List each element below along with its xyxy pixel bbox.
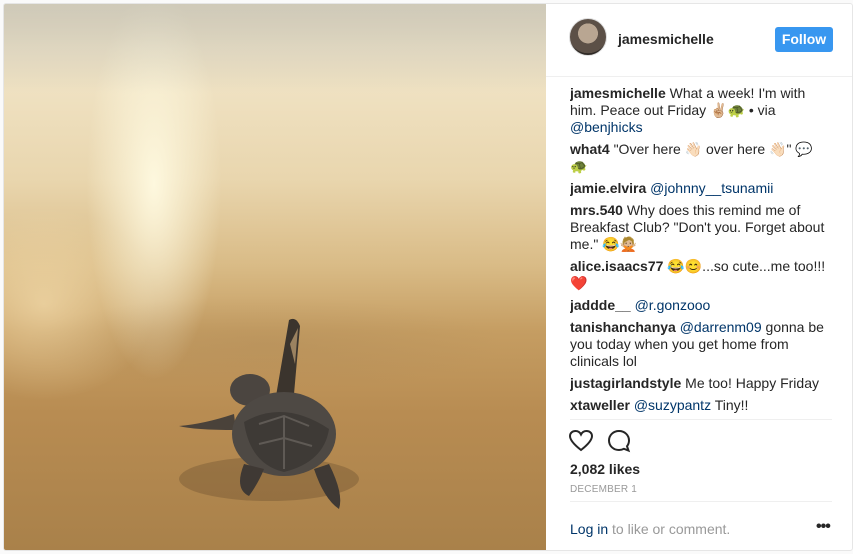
comment-username[interactable]: alice.isaacs77 [570,258,663,274]
comment-username[interactable]: justagirlandstyle [570,375,681,391]
post-header: jamesmichelle Follow [546,4,852,77]
comment-username[interactable]: jaddde__ [570,297,631,313]
comment-username[interactable]: tanishanchanya [570,319,676,335]
comment-text: Me too! Happy Friday [685,375,819,391]
comment-mention-link[interactable]: @r.gonzooo [635,297,711,313]
post-photo[interactable] [4,4,546,550]
comment-username[interactable]: what4 [570,141,610,157]
comment-item: justagirlandstyle Me too! Happy Friday [570,375,832,392]
comment-item: what4 "Over here 👋🏻 over here 👋🏻" 💬 🐢 [570,141,832,175]
more-options-icon[interactable]: ••• [816,518,831,536]
comment-item: tanishanchanya @darrenm09 gonna be you t… [570,319,832,370]
comment-item: mrs.540 Why does this remind me of Break… [570,202,832,253]
likes-count[interactable]: 2,082 likes [570,461,640,477]
post-sidebar: jamesmichelle Follow jamesmichelle What … [546,4,852,550]
baby-turtle-image [179,318,359,509]
comment-bubble-icon[interactable] [606,428,632,454]
comments-list[interactable]: jamesmichelle What a week! I'm with him.… [570,85,832,419]
login-prompt: Log in to like or comment. [570,521,730,537]
login-link[interactable]: Log in [570,521,608,537]
comment-username[interactable]: jamie.elvira [570,180,646,196]
divider [570,419,832,420]
comment-text: Tiny!! [711,397,749,413]
photo-haze [4,4,546,94]
comment-mention-link[interactable]: @darrenm09 [680,319,762,335]
follow-button[interactable]: Follow [775,27,833,52]
comment-item: alice.isaacs77 😂😊...so cute...me too!!! … [570,258,832,292]
divider [570,501,832,502]
comment-mention-link[interactable]: @benjhicks [570,119,643,135]
comment-item: jamie.elvira @johnny__tsunamii [570,180,832,197]
comment-mention-link[interactable]: @johnny__tsunamii [650,180,773,196]
comment-item: xtaweller @suzypantz Tiny!! [570,397,832,414]
login-prompt-text: to like or comment. [608,521,731,537]
comment-username[interactable]: xtaweller [570,397,630,413]
avatar[interactable] [569,18,607,56]
comment-item: jaddde__ @r.gonzooo [570,297,832,314]
post-date[interactable]: DECEMBER 1 [570,484,637,495]
comment-mention-link[interactable]: @suzypantz [634,397,711,413]
comment-item: jamesmichelle What a week! I'm with him.… [570,85,832,136]
comment-username[interactable]: mrs.540 [570,202,623,218]
post-card: jamesmichelle Follow jamesmichelle What … [3,3,853,551]
comment-username[interactable]: jamesmichelle [570,85,666,101]
heart-icon[interactable] [568,428,594,454]
header-username[interactable]: jamesmichelle [618,31,714,47]
